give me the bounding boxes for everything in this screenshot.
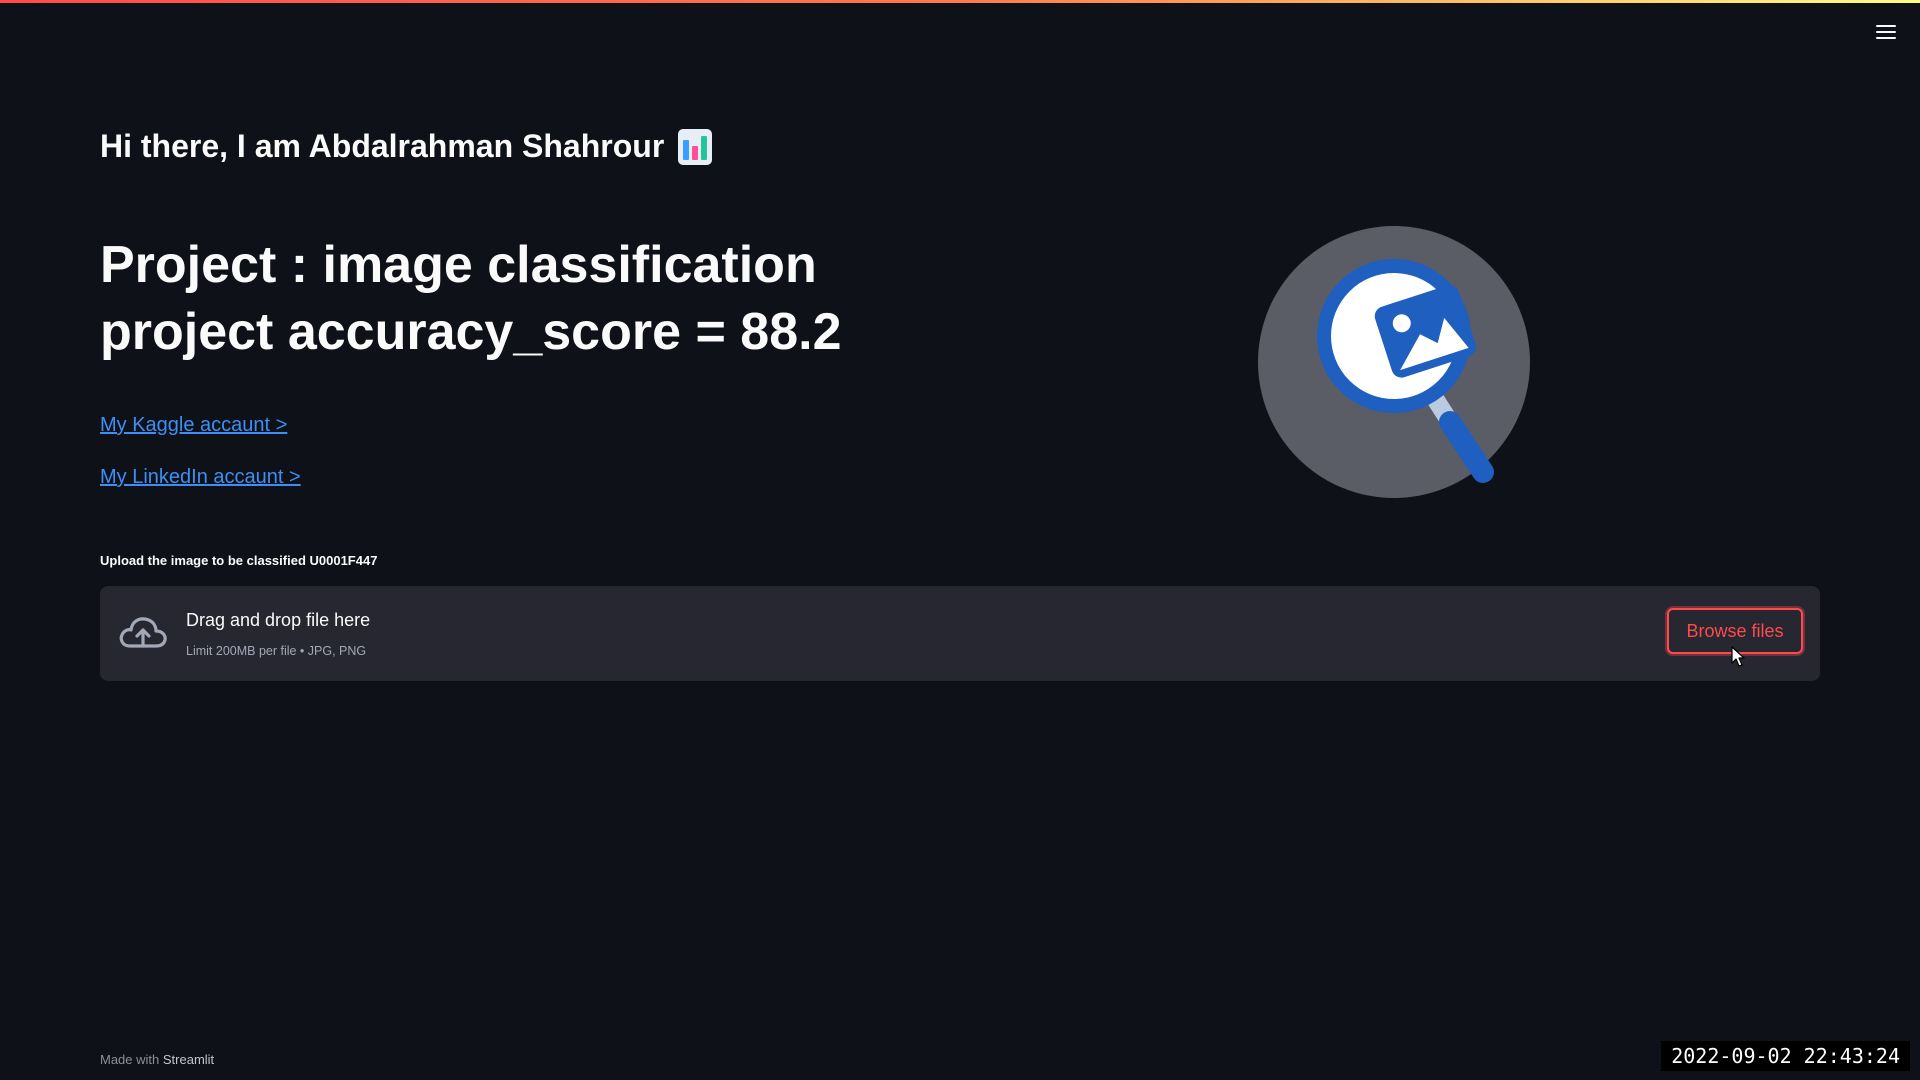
image-search-magnifier-logo-icon xyxy=(1258,226,1530,498)
linkedin-link[interactable]: My LinkedIn accaunt > xyxy=(100,466,301,489)
top-decoration-bar xyxy=(0,0,1920,3)
hamburger-icon-line xyxy=(1876,31,1896,33)
hamburger-menu-button[interactable] xyxy=(1872,20,1900,44)
bar-chart-emoji-bar xyxy=(701,135,708,160)
file-dropzone[interactable]: Drag and drop file here Limit 200MB per … xyxy=(100,586,1820,681)
greeting-heading: Hi there, I am Abdalrahman Shahrour xyxy=(100,128,713,165)
cloud-upload-icon xyxy=(119,617,167,648)
hamburger-icon xyxy=(1876,25,1896,27)
footer-streamlit-link[interactable]: Streamlit xyxy=(163,1052,214,1067)
timestamp-overlay: 2022-09-02 22:43:24 xyxy=(1661,1041,1910,1071)
dropzone-limit-text: Limit 200MB per file • JPG, PNG xyxy=(186,644,367,658)
footer-made-with: Made with xyxy=(100,1052,160,1067)
hamburger-icon-line xyxy=(1876,37,1896,39)
greeting-text: Hi there, I am Abdalrahman Shahrour xyxy=(100,128,665,164)
uploader-label: Upload the image to be classified U0001F… xyxy=(100,553,378,568)
project-title: Project : image classification project a… xyxy=(100,232,841,366)
project-title-line-2: project accuracy_score = 88.2 xyxy=(100,303,842,361)
mouse-cursor-icon xyxy=(1731,646,1745,667)
project-title-line-1: Project : image classification xyxy=(100,236,817,294)
bar-chart-emoji-bar xyxy=(692,145,699,160)
dropzone-title: Drag and drop file here xyxy=(186,610,371,630)
bar-chart-emoji-bar xyxy=(683,139,690,160)
bar-chart-emoji-icon xyxy=(678,128,713,165)
kaggle-link[interactable]: My Kaggle accaunt > xyxy=(100,414,287,437)
footer: Made with Streamlit xyxy=(100,1052,214,1067)
